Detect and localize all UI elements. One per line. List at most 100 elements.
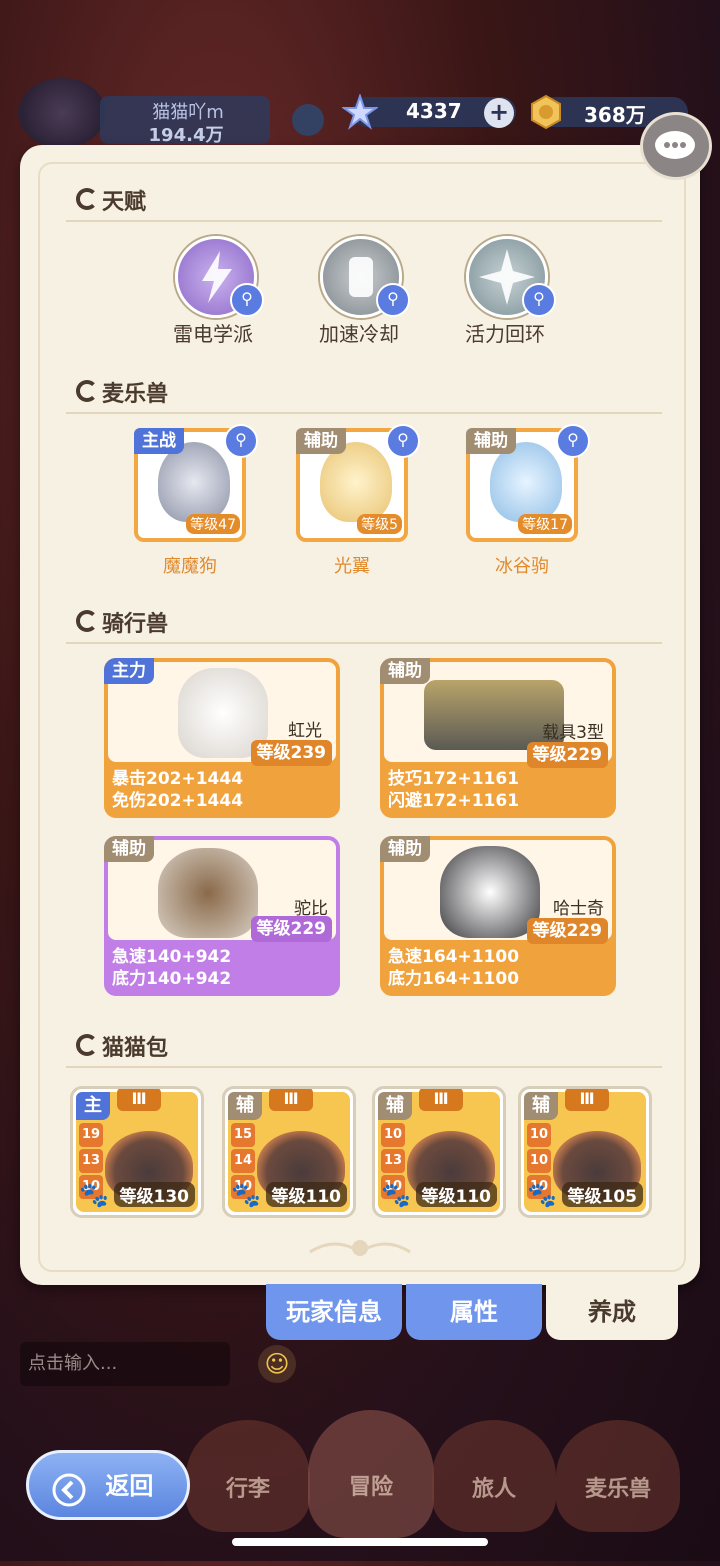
mount-role-tag: 主力	[104, 658, 154, 684]
section-talent-title: 天赋	[102, 190, 147, 215]
bag-level: 等级105	[561, 1182, 643, 1207]
tab-attributes[interactable]: 属性	[406, 1284, 542, 1340]
divider	[66, 412, 662, 414]
magnifier-icon[interactable]: ⚲	[522, 283, 556, 317]
mount-stats: 急速140+942 底力140+942	[104, 942, 340, 996]
section-pets-title: 麦乐兽	[102, 382, 169, 407]
nav-adventure[interactable]: 冒险	[308, 1410, 434, 1538]
bag-stat-number: 13	[381, 1149, 405, 1173]
cat-bag-card[interactable]: 主 Ⅲ 19 13 10 🐾 等级130	[70, 1086, 204, 1218]
section-pets-icon	[76, 380, 98, 402]
section-bags-title: 猫猫包	[102, 1036, 169, 1061]
divider	[66, 220, 662, 222]
mount-role-tag: 辅助	[380, 836, 430, 862]
bag-tier-badge: Ⅲ	[419, 1089, 463, 1111]
talent-name: 雷电学派	[173, 322, 253, 346]
tab-player-info[interactable]: 玩家信息	[266, 1284, 402, 1340]
mount-card[interactable]: 主力 虹光 等级239 暴击202+1444 免伤202+1444	[104, 658, 340, 818]
talent-name: 活力回环	[465, 322, 545, 346]
star-currency-value: 4337	[406, 99, 462, 123]
mount-role-tag: 辅助	[380, 658, 430, 684]
bag-role-tag: 辅	[378, 1092, 412, 1120]
mount-card[interactable]: 辅助 哈士奇 等级229 急速164+1100 底力164+1100	[380, 836, 616, 996]
mount-stat: 底力164+1100	[388, 969, 520, 989]
talent-name: 加速冷却	[319, 322, 399, 346]
cat-bag-card[interactable]: 辅 Ⅲ 10 10 10 🐾 等级105	[518, 1086, 652, 1218]
pet-level: 等级17	[518, 514, 572, 534]
cat-bag-card[interactable]: 辅 Ⅲ 15 14 10 🐾 等级110	[222, 1086, 356, 1218]
mount-card[interactable]: 辅助 载具3型 等级229 技巧172+1161 闪避172+1161	[380, 658, 616, 818]
pet-name: 魔魔狗	[163, 556, 217, 577]
mount-level: 等级239	[250, 740, 332, 766]
add-currency-button[interactable]: +	[484, 98, 514, 128]
bag-tier-badge: Ⅲ	[269, 1089, 313, 1111]
mount-stats: 急速164+1100 底力164+1100	[380, 942, 616, 996]
magnifier-icon[interactable]: ⚲	[224, 424, 258, 458]
chat-bubble-icon[interactable]	[640, 112, 712, 180]
magnifier-icon[interactable]: ⚲	[386, 424, 420, 458]
home-indicator[interactable]	[232, 1538, 488, 1546]
magnifier-icon[interactable]: ⚲	[556, 424, 590, 458]
bag-tier-badge: Ⅲ	[565, 1089, 609, 1111]
mount-level: 等级229	[250, 916, 332, 942]
mount-stat: 技巧172+1161	[388, 769, 520, 789]
back-button-label: 返回	[105, 1472, 154, 1500]
ornament-icon	[300, 1234, 420, 1264]
chat-input[interactable]: 点击输入...	[20, 1342, 230, 1386]
pet-name: 光翼	[334, 556, 370, 577]
emoji-icon[interactable]: ☺	[258, 1345, 296, 1383]
pet-level: 等级47	[186, 514, 240, 534]
pet-role-tag: 辅助	[296, 428, 346, 454]
divider	[66, 1066, 662, 1068]
section-bags-icon	[76, 1034, 98, 1056]
paw-icon: 🐾	[381, 1181, 411, 1209]
bag-stat-number: 10	[381, 1123, 405, 1147]
bag-tier-badge: Ⅲ	[117, 1089, 161, 1111]
mount-stat: 急速164+1100	[388, 947, 520, 967]
coin-icon	[528, 94, 564, 130]
nav-luggage[interactable]: 行李	[186, 1420, 310, 1532]
bag-level: 等级110	[415, 1182, 497, 1207]
mount-stat: 急速140+942	[112, 947, 232, 967]
bag-role-tag: 主	[76, 1092, 110, 1120]
nav-traveler[interactable]: 旅人	[432, 1420, 556, 1532]
bag-level: 等级130	[113, 1182, 195, 1207]
section-talent-icon	[76, 188, 98, 210]
pet-portrait	[490, 442, 562, 522]
bag-stat-number: 19	[79, 1123, 103, 1147]
player-power: 194.4万	[148, 125, 224, 146]
pet-portrait	[320, 442, 392, 522]
mount-name: 哈士奇	[553, 899, 604, 919]
mount-card[interactable]: 辅助 驼比 等级229 急速140+942 底力140+942	[104, 836, 340, 996]
mount-stat: 免伤202+1444	[112, 791, 244, 811]
bag-role-tag: 辅	[228, 1092, 262, 1120]
mount-stats: 暴击202+1444 免伤202+1444	[104, 764, 340, 818]
pet-name: 冰谷驹	[495, 556, 549, 577]
star-icon	[340, 92, 380, 130]
divider	[66, 642, 662, 644]
bag-stat-number: 10	[527, 1123, 551, 1147]
pet-portrait	[158, 442, 230, 522]
pet-level: 等级5	[357, 514, 402, 534]
cat-bag-card[interactable]: 辅 Ⅲ 10 13 10 🐾 等级110	[372, 1086, 506, 1218]
bag-stat-number: 13	[79, 1149, 103, 1173]
pet-role-tag: 辅助	[466, 428, 516, 454]
paw-icon: 🐾	[231, 1181, 261, 1209]
paw-icon: 🐾	[527, 1181, 557, 1209]
mount-stats: 技巧172+1161 闪避172+1161	[380, 764, 616, 818]
bag-stat-number: 14	[231, 1149, 255, 1173]
magnifier-icon[interactable]: ⚲	[230, 283, 264, 317]
bag-stat-number: 15	[231, 1123, 255, 1147]
tab-development[interactable]: 养成	[546, 1284, 678, 1340]
back-button[interactable]: 返回	[26, 1450, 190, 1520]
bag-role-tag: 辅	[524, 1092, 558, 1120]
mount-stat: 闪避172+1161	[388, 791, 520, 811]
paw-icon: 🐾	[79, 1181, 109, 1209]
player-avatar[interactable]	[18, 78, 106, 148]
nav-pets[interactable]: 麦乐兽	[556, 1420, 680, 1532]
magnifier-icon[interactable]: ⚲	[376, 283, 410, 317]
guild-crest-icon[interactable]	[292, 104, 324, 136]
pet-role-tag: 主战	[134, 428, 184, 454]
bag-level: 等级110	[265, 1182, 347, 1207]
mount-role-tag: 辅助	[104, 836, 154, 862]
